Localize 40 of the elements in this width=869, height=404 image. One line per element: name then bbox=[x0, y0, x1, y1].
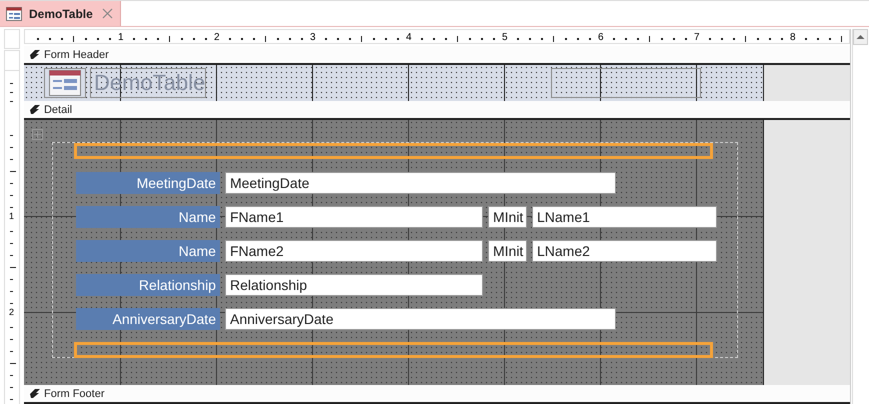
document-tab[interactable]: DemoTable bbox=[0, 1, 121, 26]
ruler-number: 7 bbox=[694, 32, 700, 44]
section-marker-icon bbox=[30, 389, 40, 398]
ruler-number: 5 bbox=[502, 32, 508, 44]
text-box[interactable]: MInit bbox=[488, 240, 527, 262]
section-label: Detail bbox=[44, 104, 72, 116]
ruler-number: 1 bbox=[9, 211, 14, 221]
text-box[interactable]: Relationship bbox=[224, 274, 483, 296]
ruler-number: 3 bbox=[310, 32, 316, 44]
ruler-number: 8 bbox=[790, 32, 796, 44]
text-box[interactable]: LName1 bbox=[532, 206, 717, 228]
section-label: Form Footer bbox=[44, 388, 104, 400]
text-box[interactable]: MInit bbox=[488, 206, 527, 228]
text-box[interactable]: LName2 bbox=[532, 240, 717, 262]
ruler-number: 2 bbox=[214, 32, 220, 44]
empty-cell-control[interactable] bbox=[74, 342, 713, 358]
section-marker-icon bbox=[30, 50, 40, 59]
form-icon bbox=[6, 6, 22, 20]
section-marker-icon bbox=[30, 105, 40, 114]
scroll-up-icon[interactable] bbox=[853, 29, 868, 45]
text-box[interactable]: FName2 bbox=[224, 240, 483, 262]
ruler-number: 6 bbox=[598, 32, 604, 44]
ruler-number: 1 bbox=[118, 32, 124, 44]
move-handle-icon[interactable] bbox=[32, 129, 43, 140]
empty-control[interactable] bbox=[550, 68, 701, 98]
section-label: Form Header bbox=[44, 48, 109, 60]
field-label[interactable]: MeetingDate bbox=[76, 172, 220, 194]
empty-cell-control[interactable] bbox=[74, 143, 713, 159]
text-box[interactable]: MeetingDate bbox=[224, 172, 616, 194]
field-label[interactable]: AnniversaryDate bbox=[76, 308, 220, 330]
field-label[interactable]: Name bbox=[76, 240, 220, 262]
vertical-scrollbar[interactable] bbox=[852, 29, 869, 404]
ruler-number: 4 bbox=[406, 32, 412, 44]
form-icon bbox=[48, 70, 81, 96]
ruler-number: 2 bbox=[9, 307, 14, 317]
field-label[interactable]: Name bbox=[76, 206, 220, 228]
text-box[interactable]: FName1 bbox=[224, 206, 483, 228]
field-label[interactable]: Relationship bbox=[76, 274, 220, 296]
logo-control[interactable] bbox=[44, 68, 86, 98]
text-box[interactable]: AnniversaryDate bbox=[224, 308, 616, 330]
